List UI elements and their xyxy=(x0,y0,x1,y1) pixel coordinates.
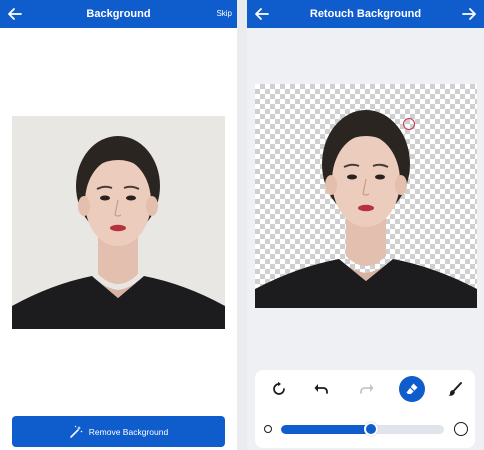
brush-size-slider-handle[interactable] xyxy=(363,422,378,436)
brush-size-min-icon xyxy=(264,425,272,433)
retouch-toolbar xyxy=(255,370,475,448)
retouch-canvas[interactable] xyxy=(255,84,477,308)
brush-size-slider-fill xyxy=(281,425,371,434)
reset-tool-button[interactable] xyxy=(266,376,292,402)
magic-wand-icon xyxy=(69,425,83,438)
portrait-illustration xyxy=(12,136,225,329)
remove-background-button[interactable]: Remove Background xyxy=(12,416,225,447)
remove-background-label: Remove Background xyxy=(88,426,169,437)
eraser-icon xyxy=(406,383,418,394)
redo-tool-button[interactable] xyxy=(354,376,380,402)
cutout-portrait-illustration xyxy=(255,110,477,308)
original-portrait-photo xyxy=(12,116,225,329)
skip-button[interactable]: Skip xyxy=(216,0,232,28)
page-title: Retouch Background xyxy=(309,8,422,20)
reset-icon xyxy=(273,381,285,395)
brush-size-max-icon xyxy=(454,422,468,436)
brush-cursor xyxy=(403,118,415,130)
page-title: Background xyxy=(86,8,151,20)
eraser-tool-button[interactable] xyxy=(399,376,425,402)
redo-icon xyxy=(360,384,374,394)
brush-tool-button[interactable] xyxy=(442,376,468,402)
undo-tool-button[interactable] xyxy=(308,376,334,402)
background-screen: Background Skip Remove Background xyxy=(0,0,237,450)
brush-size-slider[interactable] xyxy=(281,425,444,434)
top-app-bar: Background Skip xyxy=(0,0,237,28)
arrow-right-icon[interactable] xyxy=(460,5,478,23)
retouch-background-screen: Retouch Background xyxy=(247,0,484,450)
top-app-bar: Retouch Background xyxy=(247,0,484,28)
undo-icon xyxy=(314,384,328,394)
brush-icon xyxy=(448,382,462,396)
